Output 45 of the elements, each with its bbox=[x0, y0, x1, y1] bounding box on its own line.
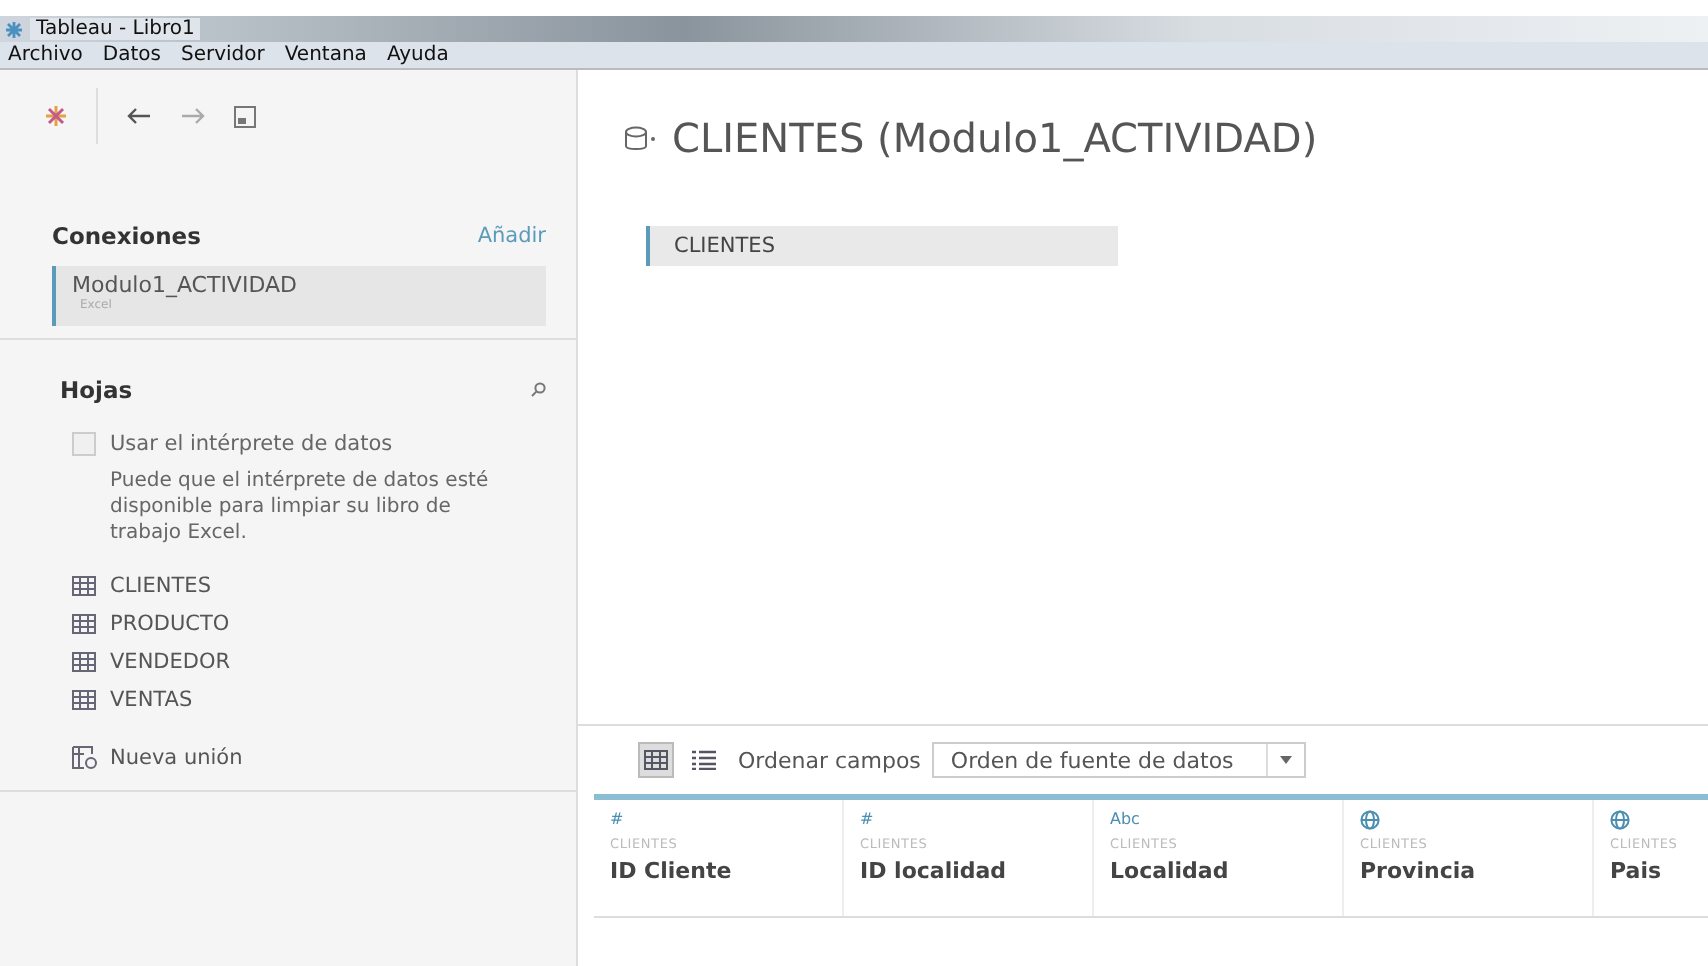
table-icon bbox=[72, 690, 96, 710]
menu-item[interactable]: Ventana bbox=[284, 44, 367, 66]
search-icon[interactable] bbox=[530, 382, 546, 398]
union-icon bbox=[72, 746, 98, 770]
globe-icon bbox=[1360, 810, 1380, 830]
menu-item[interactable]: Servidor bbox=[180, 44, 265, 66]
connection-name: Modulo1_ACTIVIDAD bbox=[72, 272, 299, 298]
logo-icon[interactable] bbox=[44, 104, 68, 128]
caret-icon bbox=[1279, 756, 1292, 764]
sort-dropdown[interactable]: Orden de fuente de datos bbox=[932, 742, 1306, 778]
type-icon: # bbox=[610, 810, 842, 830]
menu-item[interactable]: Ayuda bbox=[386, 44, 449, 66]
section-heading: Conexiones bbox=[52, 222, 201, 250]
menu-item[interactable]: Archivo bbox=[8, 44, 83, 66]
save-icon[interactable] bbox=[234, 105, 256, 127]
checkbox[interactable] bbox=[72, 432, 96, 456]
table-icon bbox=[72, 614, 96, 634]
sheet-item[interactable]: PRODUCTO bbox=[110, 612, 230, 636]
type-icon: Abc bbox=[1110, 810, 1342, 830]
forward-arrow-icon[interactable] bbox=[180, 106, 206, 126]
field-name: Pais bbox=[1610, 858, 1664, 884]
field-name: Localidad bbox=[1110, 858, 1231, 884]
globe-icon bbox=[1610, 810, 1630, 830]
app-icon bbox=[4, 19, 24, 39]
field-name: ID Cliente bbox=[610, 858, 734, 884]
field-name: ID localidad bbox=[860, 858, 1009, 884]
sort-label: Ordenar campos bbox=[738, 747, 921, 773]
database-icon bbox=[624, 125, 656, 151]
table-icon bbox=[72, 652, 96, 672]
checkbox-label: Usar el intérprete de datos bbox=[110, 432, 393, 456]
menu-item[interactable]: Datos bbox=[102, 44, 161, 66]
section-heading: Hojas bbox=[60, 376, 133, 404]
new-union-item[interactable]: Nueva unión bbox=[110, 746, 243, 770]
datasource-title: CLIENTES (Modulo1_ACTIVIDAD) bbox=[672, 114, 1318, 162]
hint-text: Puede que el intérprete de datos esté disponible para limpiar su libro de trabajo Excel. bbox=[110, 468, 491, 546]
grid-view-button[interactable] bbox=[638, 742, 674, 778]
type-icon: # bbox=[860, 810, 1092, 830]
table-item[interactable]: CLIENTES bbox=[646, 226, 1118, 266]
field-name: Provincia bbox=[1360, 858, 1478, 884]
table-icon bbox=[72, 576, 96, 596]
sheet-item[interactable]: CLIENTES bbox=[110, 574, 211, 598]
sheet-item[interactable]: VENDEDOR bbox=[110, 650, 231, 674]
back-arrow-icon[interactable] bbox=[126, 106, 152, 126]
sheet-item[interactable]: VENTAS bbox=[110, 688, 193, 712]
window-title: Tableau - Libro1 bbox=[30, 18, 201, 40]
